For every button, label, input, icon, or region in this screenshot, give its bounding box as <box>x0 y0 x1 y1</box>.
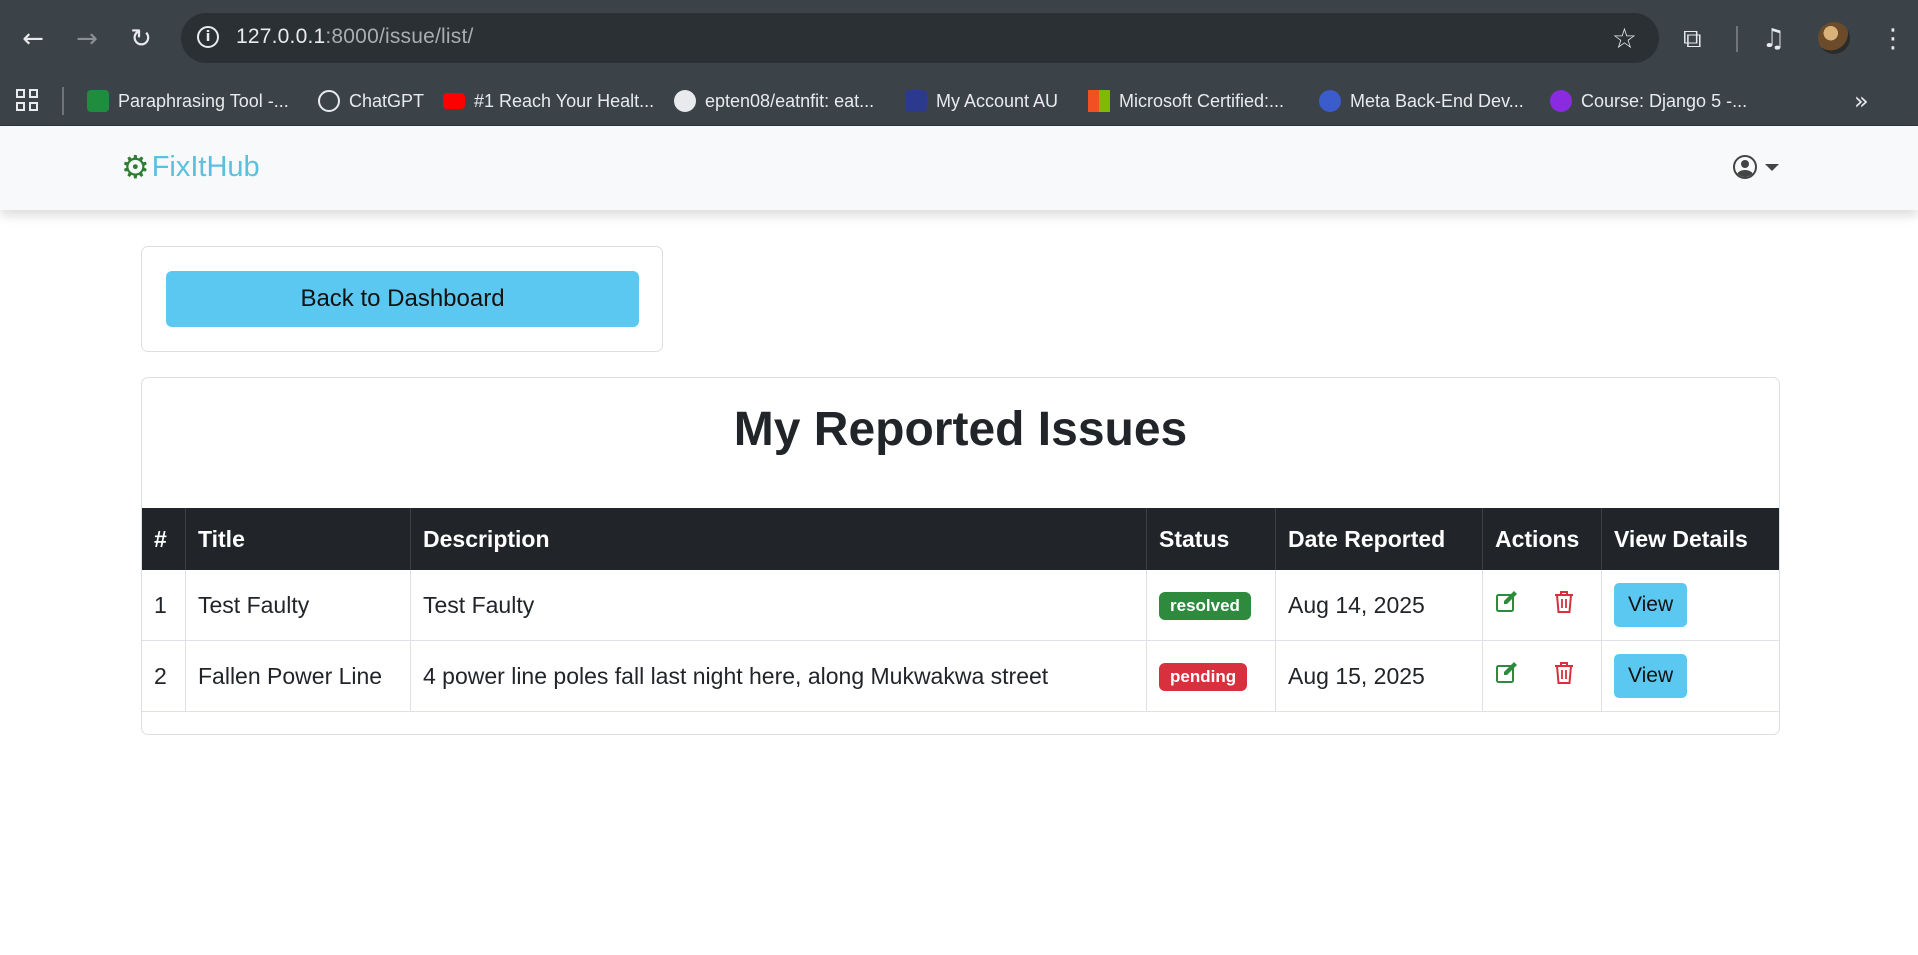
media-control-icon[interactable]: ♫ <box>1762 22 1785 56</box>
back-card: Back to Dashboard <box>141 246 663 352</box>
bookmark-github[interactable]: epten08/eatnfit: eat... <box>674 87 874 115</box>
column-header-description: Description <box>410 508 1147 570</box>
table-row: 1 Test Faulty Test Faulty resolved Aug 1… <box>142 570 1779 641</box>
issue-description: Test Faulty <box>410 570 1147 641</box>
chatgpt-favicon-icon <box>318 90 340 112</box>
caret-down-icon <box>1765 163 1779 171</box>
coursera-favicon-icon <box>1319 90 1341 112</box>
brand-link[interactable]: ⚙ FixItHub <box>121 148 260 186</box>
delete-trash-icon[interactable] <box>1553 661 1575 691</box>
bookmark-meta-back-end[interactable]: Meta Back-End Dev... <box>1319 87 1524 115</box>
column-header-view-details: View Details <box>1601 508 1779 570</box>
issue-status-cell: pending <box>1146 640 1276 712</box>
bookmark-my-account-au[interactable]: My Account AU <box>905 87 1058 115</box>
bookmarks-divider <box>62 87 64 115</box>
reload-icon[interactable]: ↻ <box>124 22 158 56</box>
url-text[interactable]: 127.0.0.1:8000/issue/list/ <box>236 25 474 49</box>
bookmark-youtube[interactable]: #1 Reach Your Healt... <box>443 87 654 115</box>
table-header-row: # Title Description Status Date Reported… <box>142 508 1779 570</box>
view-button[interactable]: View <box>1614 654 1688 698</box>
column-header-number: # <box>142 508 186 570</box>
table-row: 2 Fallen Power Line 4 power line poles f… <box>142 640 1779 712</box>
back-arrow-icon[interactable]: ← <box>16 22 50 56</box>
bookmark-paraphrasing-tool[interactable]: Paraphrasing Tool -... <box>87 87 289 115</box>
user-circle-icon <box>1733 155 1757 179</box>
edit-icon[interactable] <box>1495 661 1519 691</box>
issue-actions <box>1482 570 1602 641</box>
issue-date: Aug 15, 2025 <box>1275 640 1483 712</box>
column-header-title: Title <box>185 508 411 570</box>
issue-date: Aug 14, 2025 <box>1275 570 1483 641</box>
issue-status-cell: resolved <box>1146 570 1276 641</box>
app-navbar: ⚙ FixItHub <box>0 126 1918 210</box>
issue-title: Fallen Power Line <box>185 640 411 712</box>
view-button[interactable]: View <box>1614 583 1688 627</box>
udemy-favicon-icon <box>1550 90 1572 112</box>
au-favicon-icon <box>905 90 927 112</box>
github-favicon-icon <box>674 90 696 112</box>
back-to-dashboard-button[interactable]: Back to Dashboard <box>166 271 639 327</box>
status-badge: resolved <box>1159 592 1251 620</box>
browser-menu-icon[interactable]: ⋮ <box>1880 22 1906 56</box>
issues-card: My Reported Issues # Title Description S… <box>141 377 1780 735</box>
view-details-cell: View <box>1601 640 1779 712</box>
gear-icon: ⚙ <box>121 148 150 186</box>
browser-toolbar: ← → ↻ i 127.0.0.1:8000/issue/list/ ☆ ⧉ ♫… <box>0 0 1918 77</box>
issue-actions <box>1482 640 1602 712</box>
bookmark-star-icon[interactable]: ☆ <box>1612 22 1637 55</box>
profile-avatar[interactable] <box>1818 22 1850 54</box>
brand-name: FixItHub <box>151 150 260 183</box>
bookmark-django-course[interactable]: Course: Django 5 -... <box>1550 87 1747 115</box>
page-title: My Reported Issues <box>733 403 1188 456</box>
issue-description: 4 power line poles fall last night here,… <box>410 640 1147 712</box>
column-header-date-reported: Date Reported <box>1275 508 1483 570</box>
edit-icon[interactable] <box>1495 590 1519 620</box>
apps-grid-icon[interactable] <box>16 89 42 115</box>
toolbar-divider <box>1736 26 1738 52</box>
more-bookmarks-icon[interactable]: » <box>1854 87 1869 115</box>
issue-number: 1 <box>142 570 186 641</box>
site-info-icon[interactable]: i <box>197 26 219 48</box>
address-bar[interactable]: i 127.0.0.1:8000/issue/list/ ☆ <box>181 13 1659 63</box>
forward-arrow-icon[interactable]: → <box>70 22 104 56</box>
status-badge: pending <box>1159 663 1248 691</box>
user-menu-dropdown[interactable] <box>1733 155 1779 179</box>
bookmark-chatgpt[interactable]: ChatGPT <box>318 87 424 115</box>
issue-title: Test Faulty <box>185 570 411 641</box>
delete-trash-icon[interactable] <box>1553 590 1575 620</box>
column-header-status: Status <box>1146 508 1276 570</box>
youtube-favicon-icon <box>443 93 465 109</box>
issues-table: # Title Description Status Date Reported… <box>142 508 1779 712</box>
bookmark-microsoft-certified[interactable]: Microsoft Certified:... <box>1088 87 1284 115</box>
issue-number: 2 <box>142 640 186 712</box>
column-header-actions: Actions <box>1482 508 1602 570</box>
paraphrasing-tool-favicon-icon <box>87 90 109 112</box>
bookmarks-bar: Paraphrasing Tool -... ChatGPT #1 Reach … <box>0 77 1918 126</box>
view-details-cell: View <box>1601 570 1779 641</box>
extensions-icon[interactable]: ⧉ <box>1683 22 1702 56</box>
microsoft-favicon-icon <box>1088 90 1110 112</box>
